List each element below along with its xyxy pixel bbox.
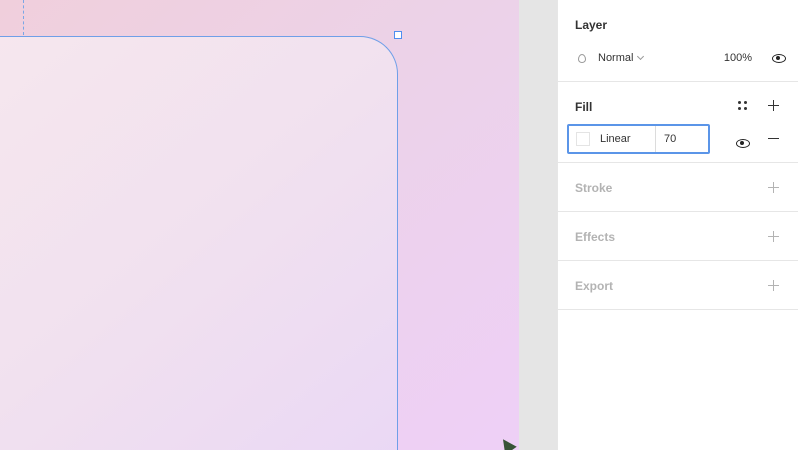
- cursor-icon: [497, 435, 517, 450]
- effects-section: Effects: [558, 212, 798, 261]
- fill-swatch[interactable]: [576, 132, 590, 146]
- remove-fill-minus-icon[interactable]: [768, 138, 779, 139]
- export-section: Export: [558, 261, 798, 310]
- fill-row[interactable]: Linear 70: [567, 124, 710, 154]
- fill-visibility-eye-icon[interactable]: [736, 138, 750, 148]
- layer-title: Layer: [575, 18, 608, 32]
- fill-title: Fill: [575, 100, 593, 114]
- design-canvas[interactable]: [0, 0, 519, 450]
- effects-title: Effects: [575, 230, 616, 244]
- layer-section: Layer Normal 100%: [558, 0, 798, 82]
- stroke-title: Stroke: [575, 181, 613, 195]
- fill-section: Fill Linear 70: [558, 82, 798, 163]
- fill-divider: [655, 126, 656, 152]
- blend-drop-icon: [578, 53, 586, 63]
- blend-mode-dropdown[interactable]: Normal: [598, 52, 633, 64]
- properties-panel: Layer Normal 100% Fill Linear 70 Stroke …: [557, 0, 798, 450]
- add-export-plus-icon[interactable]: [768, 280, 779, 291]
- add-fill-plus-icon[interactable]: [768, 100, 779, 111]
- style-grid-icon[interactable]: [738, 101, 747, 110]
- fill-opacity-input[interactable]: 70: [664, 133, 676, 145]
- add-stroke-plus-icon[interactable]: [768, 182, 779, 193]
- selection-handle[interactable]: [394, 31, 402, 39]
- blend-mode-row: Normal 100%: [575, 50, 786, 66]
- add-effect-plus-icon[interactable]: [768, 231, 779, 242]
- layer-opacity-input[interactable]: 100%: [724, 52, 752, 64]
- layer-visibility-eye-icon[interactable]: [772, 53, 786, 63]
- fill-type-label[interactable]: Linear: [600, 133, 655, 145]
- measurement-guide: [23, 0, 24, 35]
- chevron-down-icon[interactable]: [637, 52, 645, 61]
- export-title: Export: [575, 279, 614, 293]
- canvas-gutter: [519, 0, 557, 450]
- stroke-section: Stroke: [558, 163, 798, 212]
- selected-frame[interactable]: [0, 36, 398, 450]
